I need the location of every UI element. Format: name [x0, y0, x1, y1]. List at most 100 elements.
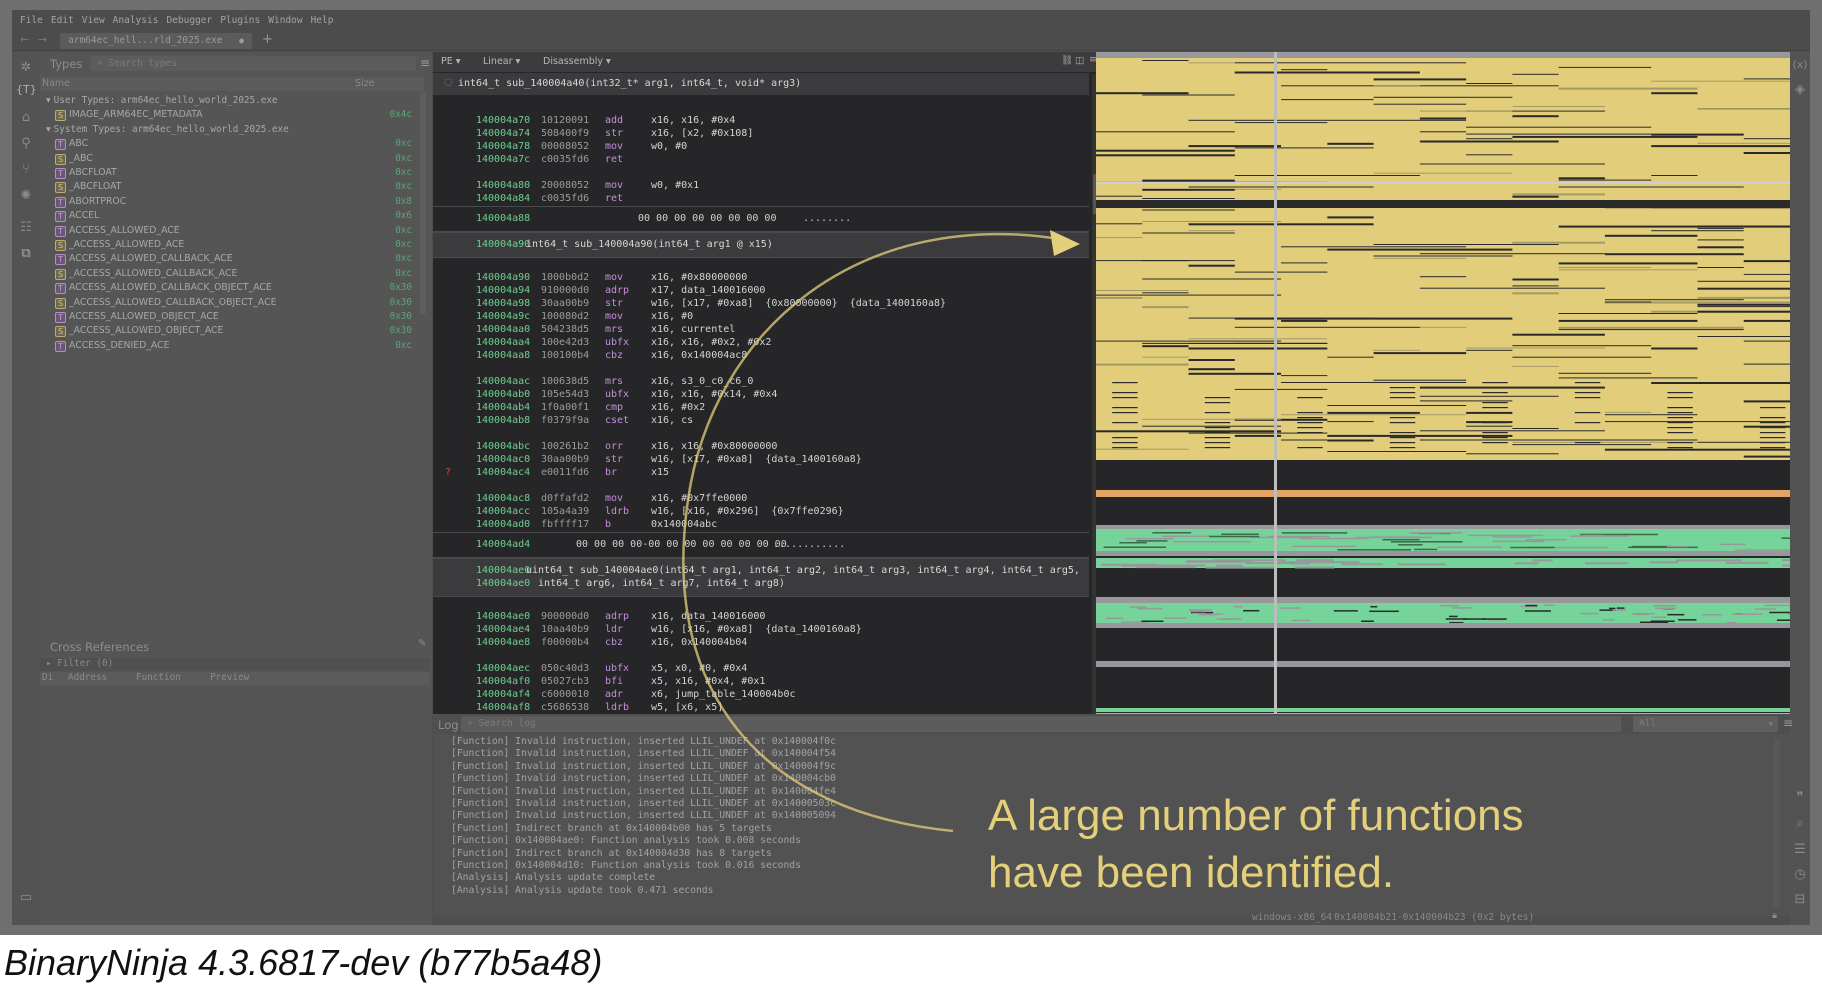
menu-window[interactable]: Window — [268, 15, 302, 26]
instruction-line[interactable]: 140004ac8 d0ffafd2 mov x16, #0x7ffe0000 — [433, 492, 1089, 505]
operands[interactable]: w0, #0 — [651, 140, 687, 153]
instruction-line[interactable]: 140004ae8 f00000b4 cbz x16, 0x140004b04 — [433, 636, 1089, 649]
operands[interactable]: x5, x0, #0, #0x4 — [651, 662, 747, 675]
mnemonic[interactable]: ubfx — [605, 662, 629, 675]
feature-map-canvas[interactable] — [1096, 52, 1822, 721]
log-line[interactable]: [Function] Invalid instruction, inserted… — [451, 786, 836, 798]
instruction-line[interactable]: 140004aec 050c40d3 ubfx x5, x0, #0, #0x4 — [433, 662, 1089, 675]
mnemonic[interactable]: mov — [605, 140, 623, 153]
address[interactable]: 140004ac0 — [476, 453, 530, 466]
operands[interactable]: x16, #0 — [651, 310, 693, 323]
operands[interactable]: x16, x16, #0x2, #0x2 — [651, 336, 771, 349]
type-row[interactable]: T ACCESS_ALLOWED_CALLBACK_OBJECT_ACE 0x30 — [40, 281, 418, 295]
log-line[interactable]: [Function] 0x140004ae0: Function analysi… — [451, 835, 801, 847]
mnemonic[interactable]: mov — [605, 492, 623, 505]
instruction-line[interactable]: 140004aa4 100e42d3 ubfx x16, x16, #0x2, #0x… — [433, 336, 1089, 349]
instruction-line[interactable]: 140004abc 100261b2 orr x16, x16, #0x8000000… — [433, 440, 1089, 453]
function-signature-line[interactable]: 140004ae0 uint64_t sub_140004ae0(int64_t … — [433, 564, 1089, 577]
types-search-input[interactable]: ⌕ Search types — [91, 56, 416, 71]
column-size[interactable]: Size — [355, 78, 375, 89]
type-row[interactable]: T ACCEL 0x6 — [40, 209, 418, 223]
operands[interactable]: w16, [x17, #0xa8] {data_1400160a8} — [651, 453, 862, 466]
mnemonic[interactable]: br — [605, 466, 617, 479]
function-signature-line[interactable]: 140004ae0 int64_t arg6, int64_t arg7, in… — [433, 577, 1089, 590]
mnemonic[interactable]: b — [605, 518, 611, 531]
mnemonic[interactable]: str — [605, 297, 623, 310]
type-row[interactable]: T ACCESS_DENIED_ACE 0xc — [40, 339, 418, 353]
mnemonic[interactable]: mov — [605, 271, 623, 284]
address[interactable]: 140004aac — [476, 375, 530, 388]
operands[interactable]: x16, x16, #0x14, #0x4 — [651, 388, 777, 401]
type-row[interactable]: T ABC 0xc — [40, 137, 418, 151]
search-icon[interactable]: ⌕ — [1790, 816, 1810, 831]
strings-list-icon[interactable]: ☰ — [1790, 842, 1810, 857]
lock-icon[interactable]: 🔒︎ — [1772, 910, 1777, 921]
data-line[interactable]: 140004ad4 00 00 00 00-00 00 00 00 00 00 0… — [433, 538, 1089, 551]
menu-debugger[interactable]: Debugger — [166, 15, 212, 26]
address[interactable]: 140004af0 — [476, 675, 530, 688]
instruction-line[interactable]: 140004a84 c0035fd6 ret — [433, 192, 1089, 205]
address[interactable]: 140004ae4 — [476, 623, 530, 636]
operands[interactable]: x16, currentel — [651, 323, 735, 336]
address[interactable]: 140004ad4 — [476, 538, 530, 551]
instruction-line[interactable]: 140004a70 10120091 add x16, x16, #0x4 — [433, 114, 1089, 127]
log-line[interactable]: [Function] Indirect branch at 0x140004d3… — [451, 848, 772, 860]
mnemonic[interactable]: str — [605, 453, 623, 466]
operands[interactable]: 0x140004abc — [651, 518, 717, 531]
instruction-line[interactable]: 140004a90 1000b0d2 mov x16, #0x80000000 — [433, 271, 1089, 284]
mnemonic[interactable]: adr — [605, 688, 623, 701]
instruction-line[interactable]: 140004aa8 100100b4 cbz x16, 0x140004ac8 — [433, 349, 1089, 362]
address[interactable]: 140004aa8 — [476, 349, 530, 362]
pin-icon[interactable]: ✎ — [418, 638, 426, 649]
log-line[interactable]: [Function] Invalid instruction, inserted… — [451, 798, 836, 810]
type-group[interactable]: ▾ System Types: arm64ec_hello_world_2025… — [40, 123, 418, 137]
address[interactable]: 140004a90 — [476, 271, 530, 284]
instruction-line[interactable]: 140004acc 105a4a39 ldrb w16, [x16, #0x296] … — [433, 505, 1089, 518]
menu-file[interactable]: File — [20, 15, 43, 26]
operands[interactable]: x6, jump_table_140004b0c — [651, 688, 796, 701]
mnemonic[interactable]: cbz — [605, 636, 623, 649]
status-platform[interactable]: windows-x86_64 — [1252, 912, 1332, 923]
bug-icon[interactable]: ✺ — [16, 188, 36, 203]
mnemonic[interactable]: bfi — [605, 675, 623, 688]
operands[interactable]: x16, #0x80000000 — [651, 271, 747, 284]
mnemonic[interactable]: mrs — [605, 323, 623, 336]
column-direction[interactable]: Di — [42, 672, 53, 683]
operands[interactable]: x5, x16, #0x4, #0x1 — [651, 675, 765, 688]
type-group[interactable]: ▾ User Types: arm64ec_hello_world_2025.e… — [40, 94, 418, 108]
instruction-line[interactable]: 140004aa0 504238d5 mrs x16, currentel — [433, 323, 1089, 336]
instruction-line[interactable]: 140004ab4 1f0a00f1 cmp x16, #0x2 — [433, 401, 1089, 414]
types-scrollbar[interactable] — [420, 92, 426, 314]
address[interactable]: 140004af8 — [476, 701, 530, 714]
type-row[interactable]: T ABCFLOAT 0xc — [40, 166, 418, 180]
mnemonic[interactable]: cmp — [605, 401, 623, 414]
type-row[interactable]: T ABORTPROC 0x8 — [40, 195, 418, 209]
types-menu-icon[interactable]: ≡ — [420, 56, 430, 70]
address[interactable]: 140004ad0 — [476, 518, 530, 531]
operands[interactable]: x16, x16, #0x4 — [651, 114, 735, 127]
mnemonic[interactable]: orr — [605, 440, 623, 453]
menu-view[interactable]: View — [82, 15, 105, 26]
function-signature[interactable]: int64_t arg6, int64_t arg7, int64_t arg8… — [526, 577, 785, 590]
operands[interactable]: w16, [x17, #0xa8] {0x80000000} {data_140… — [651, 297, 946, 310]
instruction-line[interactable]: 140004a80 20008052 mov w0, #0x1 — [433, 179, 1089, 192]
instruction-line[interactable]: 140004a94 910000d0 adrp x17, data_140016000 — [433, 284, 1089, 297]
unresolved-branch-marker-icon[interactable]: ? — [445, 466, 451, 479]
address[interactable]: 140004a84 — [476, 192, 530, 205]
operands[interactable]: w5, [x6, x5] — [651, 701, 723, 714]
type-row[interactable]: S _ACCESS_ALLOWED_CALLBACK_OBJECT_ACE 0x30 — [40, 296, 418, 310]
mnemonic[interactable]: ubfx — [605, 388, 629, 401]
address[interactable]: 140004ab8 — [476, 414, 530, 427]
operands[interactable]: x16, x16, #0x80000000 — [651, 440, 777, 453]
instruction-line[interactable]: 140004ae4 10aa40b9 ldr w16, [x16, #0xa8] {d… — [433, 623, 1089, 636]
log-line[interactable]: [Function] Invalid instruction, inserted… — [451, 761, 836, 773]
address[interactable]: 140004ac8 — [476, 492, 530, 505]
log-line[interactable]: [Analysis] Analysis update took 0.471 se… — [451, 885, 713, 897]
column-address[interactable]: Address — [68, 672, 107, 683]
instruction-line[interactable]: 140004af8 c5686538 ldrb w5, [x6, x5] — [433, 701, 1089, 714]
operands[interactable]: x16, 0x140004b04 — [651, 636, 747, 649]
address[interactable]: 140004a7c — [476, 153, 530, 166]
function-signature-line[interactable]: 140004a90 int64_t sub_140004a90(int64_t a… — [433, 238, 1089, 251]
mnemonic[interactable]: ret — [605, 192, 623, 205]
instruction-line[interactable]: 140004a74 508400f9 str x16, [x2, #0x108] — [433, 127, 1089, 140]
